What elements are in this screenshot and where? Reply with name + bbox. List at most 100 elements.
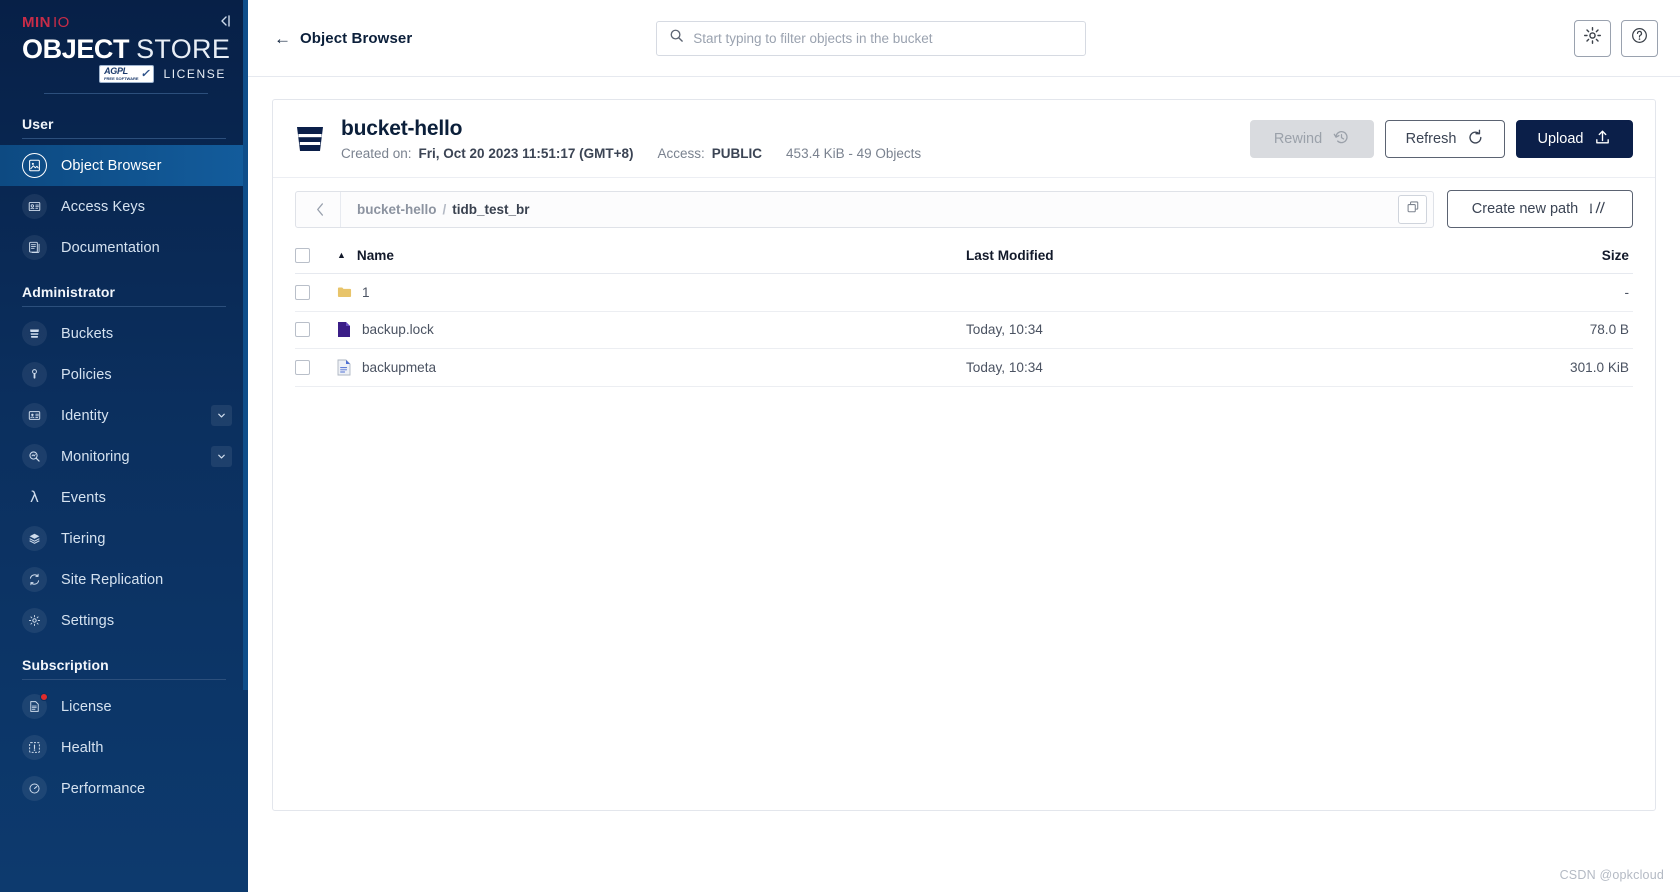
sidebar-item-label: Monitoring [61, 448, 130, 465]
sidebar-item-access-keys[interactable]: Access Keys [0, 186, 248, 227]
documentation-icon [22, 235, 47, 260]
table-header-row: ▲ Name Last Modified Size [295, 238, 1633, 274]
row-checkbox[interactable] [295, 322, 310, 338]
sidebar-item-settings[interactable]: Settings [0, 600, 248, 641]
copy-path-button[interactable] [1398, 194, 1427, 224]
upload-button-label: Upload [1537, 131, 1584, 147]
sidebar-item-performance[interactable]: Performance [0, 768, 248, 809]
path-back-button[interactable] [300, 192, 340, 227]
sidebar-item-label: Site Replication [61, 571, 164, 588]
row-select-cell [295, 359, 337, 375]
chevron-down-icon[interactable] [211, 405, 232, 426]
sidebar-item-buckets[interactable]: Buckets [0, 313, 248, 354]
sidebar-item-label: Buckets [61, 325, 114, 342]
search-icon [669, 28, 684, 48]
performance-icon [22, 776, 47, 801]
row-checkbox[interactable] [295, 359, 310, 375]
monitoring-icon [22, 444, 47, 469]
file-meta-icon [337, 359, 352, 376]
column-last-modified-label: Last Modified [966, 248, 1054, 263]
agpl-text: AGPL [104, 66, 128, 77]
section-divider-subscription [22, 679, 226, 680]
breadcrumb-bucket[interactable]: bucket-hello [357, 202, 437, 217]
row-last-modified: Today, 10:34 [966, 359, 1043, 375]
breadcrumb-folder[interactable]: tidb_test_br [452, 202, 529, 217]
row-size: - [1624, 284, 1629, 300]
collapse-sidebar-icon[interactable] [216, 12, 234, 30]
access-value: PUBLIC [711, 146, 763, 161]
sidebar-item-identity[interactable]: Identity [0, 395, 248, 436]
column-name-label: Name [356, 248, 394, 263]
identity-icon [22, 403, 47, 428]
table-row[interactable]: 1 - [295, 274, 1633, 312]
page-title: Object Browser [300, 29, 413, 47]
minio-wordmark: MIN IO [22, 14, 230, 30]
access-keys-icon [22, 194, 47, 219]
column-size-label: Size [1601, 248, 1629, 263]
upload-icon [1594, 129, 1611, 150]
row-checkbox[interactable] [295, 284, 310, 300]
table-row[interactable]: backupmeta Today, 10:34 301.0 KiB [295, 349, 1633, 387]
gear-icon [1583, 26, 1602, 50]
sidebar-section-user: User [22, 116, 54, 132]
license-badge-row: AGPL FREE SOFTWARE ✓ LICENSE [22, 65, 230, 83]
bucket-header: bucket-hello Created on: Fri, Oct 20 202… [273, 100, 1655, 178]
column-last-modified[interactable]: Last Modified [966, 248, 1521, 263]
agpl-badge: AGPL FREE SOFTWARE ✓ [99, 65, 155, 83]
create-new-path-label: Create new path [1471, 201, 1579, 217]
sidebar-item-object-browser[interactable]: Object Browser [0, 145, 248, 186]
help-button[interactable] [1621, 19, 1658, 57]
topbar-actions [1574, 19, 1658, 57]
bucket-icon [295, 123, 325, 155]
settings-button[interactable] [1574, 19, 1611, 57]
main-area: ← Object Browser Start typing to filter … [248, 0, 1680, 892]
new-path-icon [1589, 200, 1608, 219]
sidebar-section-subscription: Subscription [22, 657, 109, 673]
column-name[interactable]: ▲ Name [337, 248, 966, 263]
search-input[interactable] [693, 30, 1074, 46]
folder-icon [337, 284, 352, 301]
sidebar-item-events[interactable]: λ Events [0, 477, 248, 518]
sidebar-item-site-replication[interactable]: Site Replication [0, 559, 248, 600]
sidebar-item-label: Object Browser [61, 157, 162, 174]
rewind-button[interactable]: Rewind [1250, 120, 1374, 158]
sidebar-item-monitoring[interactable]: Monitoring [0, 436, 248, 477]
section-divider-user [22, 138, 226, 139]
bucket-size-objects: 453.4 KiB - 49 Objects [786, 146, 922, 161]
sidebar-item-license[interactable]: License [0, 686, 248, 727]
row-last-modified: Today, 10:34 [966, 322, 1043, 338]
back-to-object-browser-button[interactable]: ← Object Browser [274, 30, 412, 47]
refresh-button-label: Refresh [1405, 131, 1457, 147]
chevron-down-icon[interactable] [211, 446, 232, 467]
policies-icon [22, 362, 47, 387]
arrow-left-icon: ← [274, 28, 291, 48]
sidebar-item-label: License [61, 698, 112, 715]
watermark: CSDN @opkcloud [1559, 868, 1664, 882]
bucket-name: bucket-hello [341, 117, 463, 140]
events-lambda-icon: λ [30, 488, 39, 506]
create-new-path-button[interactable]: Create new path [1447, 190, 1633, 228]
row-name: backup.lock [362, 322, 434, 338]
site-replication-icon [22, 567, 47, 592]
sidebar-item-label: Policies [61, 366, 112, 383]
upload-button[interactable]: Upload [1516, 120, 1633, 158]
sidebar: MIN IO OBJECT STORE AGPL FREE SOFTWARE ✓ … [0, 0, 248, 892]
store-word: STORE [136, 34, 231, 64]
sidebar-item-label: Tiering [61, 530, 106, 547]
file-lock-icon [337, 321, 352, 338]
sidebar-item-label: Health [61, 739, 104, 756]
select-all-checkbox[interactable] [295, 248, 310, 263]
object-store-wordmark: OBJECT STORE [22, 34, 231, 64]
column-size[interactable]: Size [1521, 248, 1633, 263]
agpl-subtext: FREE SOFTWARE [104, 76, 139, 82]
object-filter-search[interactable] [656, 20, 1087, 56]
sidebar-item-health[interactable]: Health [0, 727, 248, 768]
sidebar-item-documentation[interactable]: Documentation [0, 227, 248, 268]
sidebar-item-policies[interactable]: Policies [0, 354, 248, 395]
section-divider-administrator [22, 306, 226, 307]
row-name-cell: backupmeta [337, 359, 966, 376]
minio-console-window: MIN IO OBJECT STORE AGPL FREE SOFTWARE ✓ … [0, 0, 1680, 892]
refresh-button[interactable]: Refresh [1385, 120, 1505, 158]
sidebar-item-tiering[interactable]: Tiering [0, 518, 248, 559]
table-row[interactable]: backup.lock Today, 10:34 78.0 B [295, 312, 1633, 349]
